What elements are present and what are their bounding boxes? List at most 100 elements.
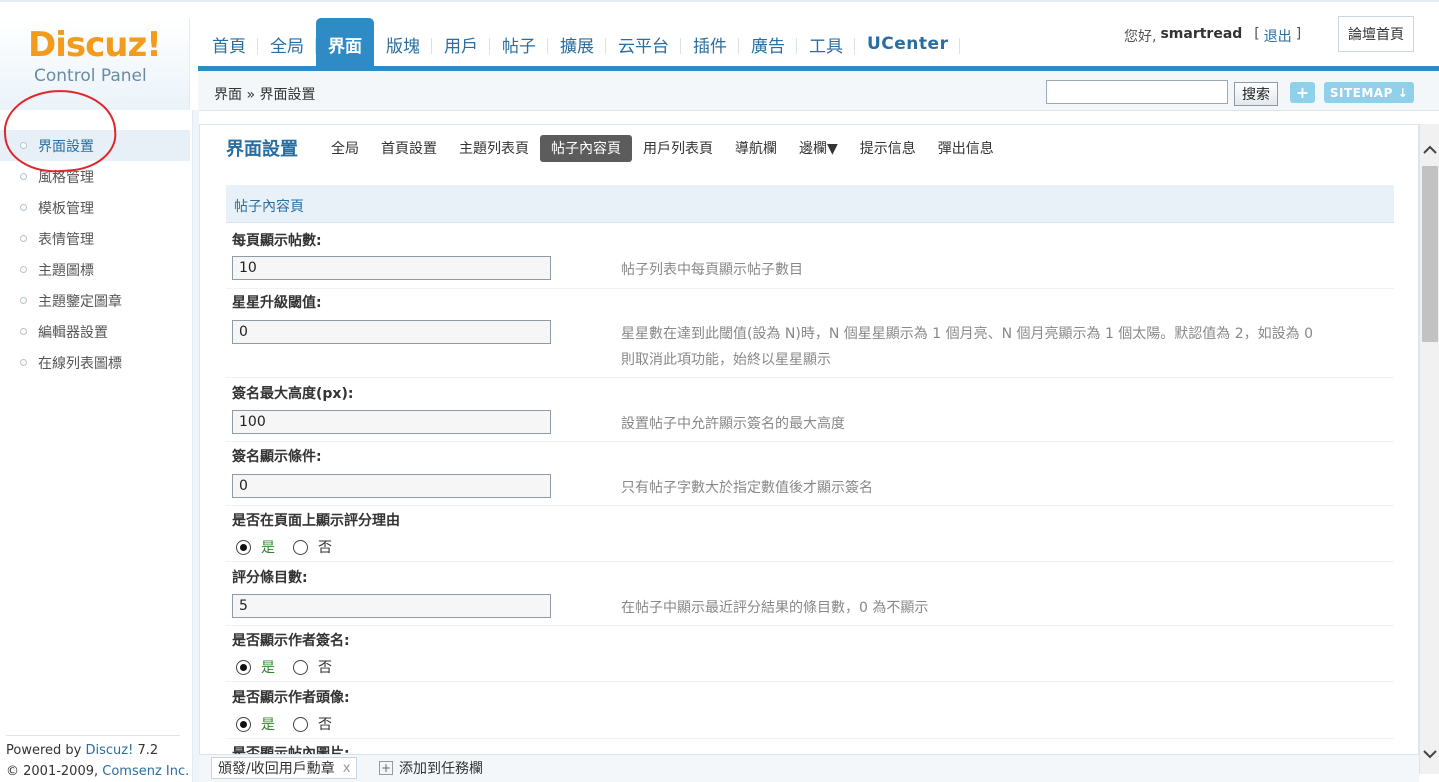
- show-author-sig-radios: 是 否: [236, 657, 332, 677]
- sidebar-item-label: 編輯器設置: [38, 324, 108, 341]
- posts-per-page-input[interactable]: [232, 256, 551, 280]
- bullet-icon: [20, 142, 27, 149]
- radio-label-yes[interactable]: 是: [261, 537, 275, 557]
- username: smartread: [1160, 26, 1243, 42]
- sidebar-item-interface-settings[interactable]: 界面設置: [0, 130, 190, 161]
- show-author-sig-yes-radio[interactable]: [236, 659, 251, 675]
- star-threshold-input[interactable]: [232, 320, 551, 344]
- sidebar-item-online-icons[interactable]: 在線列表圖標: [0, 347, 190, 378]
- sidebar-item-editor[interactable]: 編輯器設置: [0, 316, 190, 347]
- tab-member-list[interactable]: 用戶列表頁: [632, 135, 724, 162]
- bullet-icon: [20, 173, 27, 180]
- task-tab-medals[interactable]: 頒發/收回用戶勳章 x: [211, 757, 358, 779]
- rate-items-input[interactable]: [232, 594, 551, 618]
- sidebar-item-smilies[interactable]: 表情管理: [0, 223, 190, 254]
- nav-tools[interactable]: 工具: [797, 18, 855, 70]
- show-author-avatar-radios: 是 否: [236, 714, 332, 734]
- close-icon[interactable]: x: [343, 761, 351, 776]
- bullet-icon: [20, 266, 27, 273]
- add-to-taskbar-button[interactable]: + 添加到任務欄: [379, 757, 483, 779]
- page-title: 界面設置: [226, 139, 298, 160]
- logout-link[interactable]: 退出: [1264, 26, 1292, 46]
- sidebar-item-label: 風格管理: [38, 169, 94, 186]
- sig-max-height-tip: 設置帖子中允許顯示簽名的最大高度: [621, 416, 845, 432]
- sidebar-item-styles[interactable]: 風格管理: [0, 161, 190, 192]
- sig-condition-input[interactable]: [232, 474, 551, 498]
- vertical-scrollbar[interactable]: [1419, 124, 1439, 774]
- bullet-icon: [20, 359, 27, 366]
- nav-global[interactable]: 全局: [258, 18, 316, 70]
- radio-label-yes[interactable]: 是: [261, 657, 275, 677]
- show-rate-reason-no-radio[interactable]: [293, 539, 308, 555]
- show-rate-reason-yes-radio[interactable]: [236, 539, 251, 555]
- tab-navbar[interactable]: 導航欄: [724, 135, 788, 162]
- plus-icon: +: [379, 761, 393, 775]
- show-rate-reason-radios: 是 否: [236, 537, 332, 557]
- sidebar-item-label: 主題圖標: [38, 262, 94, 279]
- tab-home[interactable]: 首頁設置: [370, 135, 448, 162]
- show-author-sig-no-radio[interactable]: [293, 659, 308, 675]
- show-author-avatar-no-radio[interactable]: [293, 716, 308, 732]
- nav-users[interactable]: 用戶: [432, 18, 490, 70]
- sidebar-item-label: 模板管理: [38, 200, 94, 217]
- company-link[interactable]: Comsenz Inc.: [102, 764, 189, 779]
- logo-text: Discuz!: [28, 25, 162, 65]
- nav-interface[interactable]: 界面: [316, 18, 374, 70]
- sig-condition-label: 簽名顯示條件:: [232, 449, 322, 465]
- user-box: 您好, smartread [ 退出 ]: [1124, 26, 1301, 46]
- greeting: 您好,: [1124, 29, 1157, 45]
- logout-bracket-close: ]: [1295, 26, 1302, 42]
- row-divider: [226, 738, 1394, 739]
- tab-thread-list[interactable]: 主題列表頁: [448, 135, 540, 162]
- tab-sidebar-dropdown[interactable]: 邊欄▼: [788, 135, 849, 162]
- nav-posts[interactable]: 帖子: [490, 18, 548, 70]
- nav-home[interactable]: 首頁: [200, 18, 258, 70]
- nav-ucenter[interactable]: UCenter: [855, 18, 961, 70]
- search-input[interactable]: [1046, 80, 1228, 104]
- version: 7.2: [137, 743, 159, 758]
- nav-cloud[interactable]: 云平台: [606, 18, 681, 70]
- sidebar: 界面設置 風格管理 模板管理 表情管理 主題圖標 主題鑒定圖章 編輯器設置 在線…: [0, 110, 193, 782]
- radio-label-no[interactable]: 否: [318, 714, 332, 734]
- add-shortcut-button[interactable]: +: [1290, 82, 1315, 103]
- show-rate-reason-label: 是否在頁面上顯示評分理由: [232, 513, 400, 529]
- chevron-up-icon[interactable]: [1420, 140, 1439, 160]
- breadcrumb: 界面 » 界面設置: [214, 87, 316, 103]
- sidebar-item-label: 主題鑒定圖章: [38, 293, 122, 310]
- show-author-avatar-yes-radio[interactable]: [236, 716, 251, 732]
- sig-max-height-input[interactable]: [232, 410, 551, 434]
- logo[interactable]: Discuz! Control Panel: [0, 18, 190, 110]
- sidebar-item-stamps[interactable]: 主題鑒定圖章: [0, 285, 190, 316]
- tab-global[interactable]: 全局: [320, 135, 370, 162]
- sidebar-item-templates[interactable]: 模板管理: [0, 192, 190, 223]
- tab-prompts[interactable]: 提示信息: [849, 135, 927, 162]
- radio-label-no[interactable]: 否: [318, 537, 332, 557]
- search-button[interactable]: 搜索: [1234, 82, 1278, 106]
- nav-plugins[interactable]: 插件: [681, 18, 739, 70]
- row-divider: [226, 441, 1394, 442]
- tab-popups[interactable]: 彈出信息: [927, 135, 1005, 162]
- sidebar-item-thread-icons[interactable]: 主題圖標: [0, 254, 190, 285]
- logo-subtitle: Control Panel: [34, 66, 147, 86]
- tab-post-view[interactable]: 帖子內容頁: [540, 134, 632, 162]
- scrollbar-thumb[interactable]: [1422, 166, 1438, 342]
- top-nav: 首頁 全局 界面 版塊 用戶 帖子 擴展 云平台 插件 廣告 工具 UCente…: [200, 18, 961, 70]
- sidebar-menu: 界面設置 風格管理 模板管理 表情管理 主題圖標 主題鑒定圖章 編輯器設置 在線…: [0, 130, 190, 378]
- product-link[interactable]: Discuz!: [86, 743, 134, 758]
- nav-ads[interactable]: 廣告: [739, 18, 797, 70]
- logout-bracket-open: [: [1254, 26, 1260, 42]
- nav-extensions[interactable]: 擴展: [548, 18, 606, 70]
- nav-forums[interactable]: 版塊: [374, 18, 432, 70]
- bullet-icon: [20, 297, 27, 304]
- radio-label-no[interactable]: 否: [318, 657, 332, 677]
- rate-items-label: 評分條目數:: [232, 570, 308, 586]
- task-tab-label: 頒發/收回用戶勳章: [218, 761, 335, 777]
- task-bar: 頒發/收回用戶勳章 x + 添加到任務欄: [199, 754, 1419, 782]
- sidebar-footer: Powered by Discuz! 7.2 © 2001-2009, Coms…: [6, 740, 189, 782]
- forum-home-button[interactable]: 論壇首頁: [1338, 16, 1414, 52]
- sitemap-button[interactable]: SITEMAP ↓: [1324, 82, 1414, 103]
- settings-tabs: 界面設置 全局 首頁設置 主題列表頁 帖子內容頁 用戶列表頁 導航欄 邊欄▼ 提…: [226, 134, 1005, 162]
- radio-label-yes[interactable]: 是: [261, 714, 275, 734]
- chevron-down-icon[interactable]: [1420, 744, 1439, 764]
- section-header: 帖子內容頁: [226, 185, 1394, 223]
